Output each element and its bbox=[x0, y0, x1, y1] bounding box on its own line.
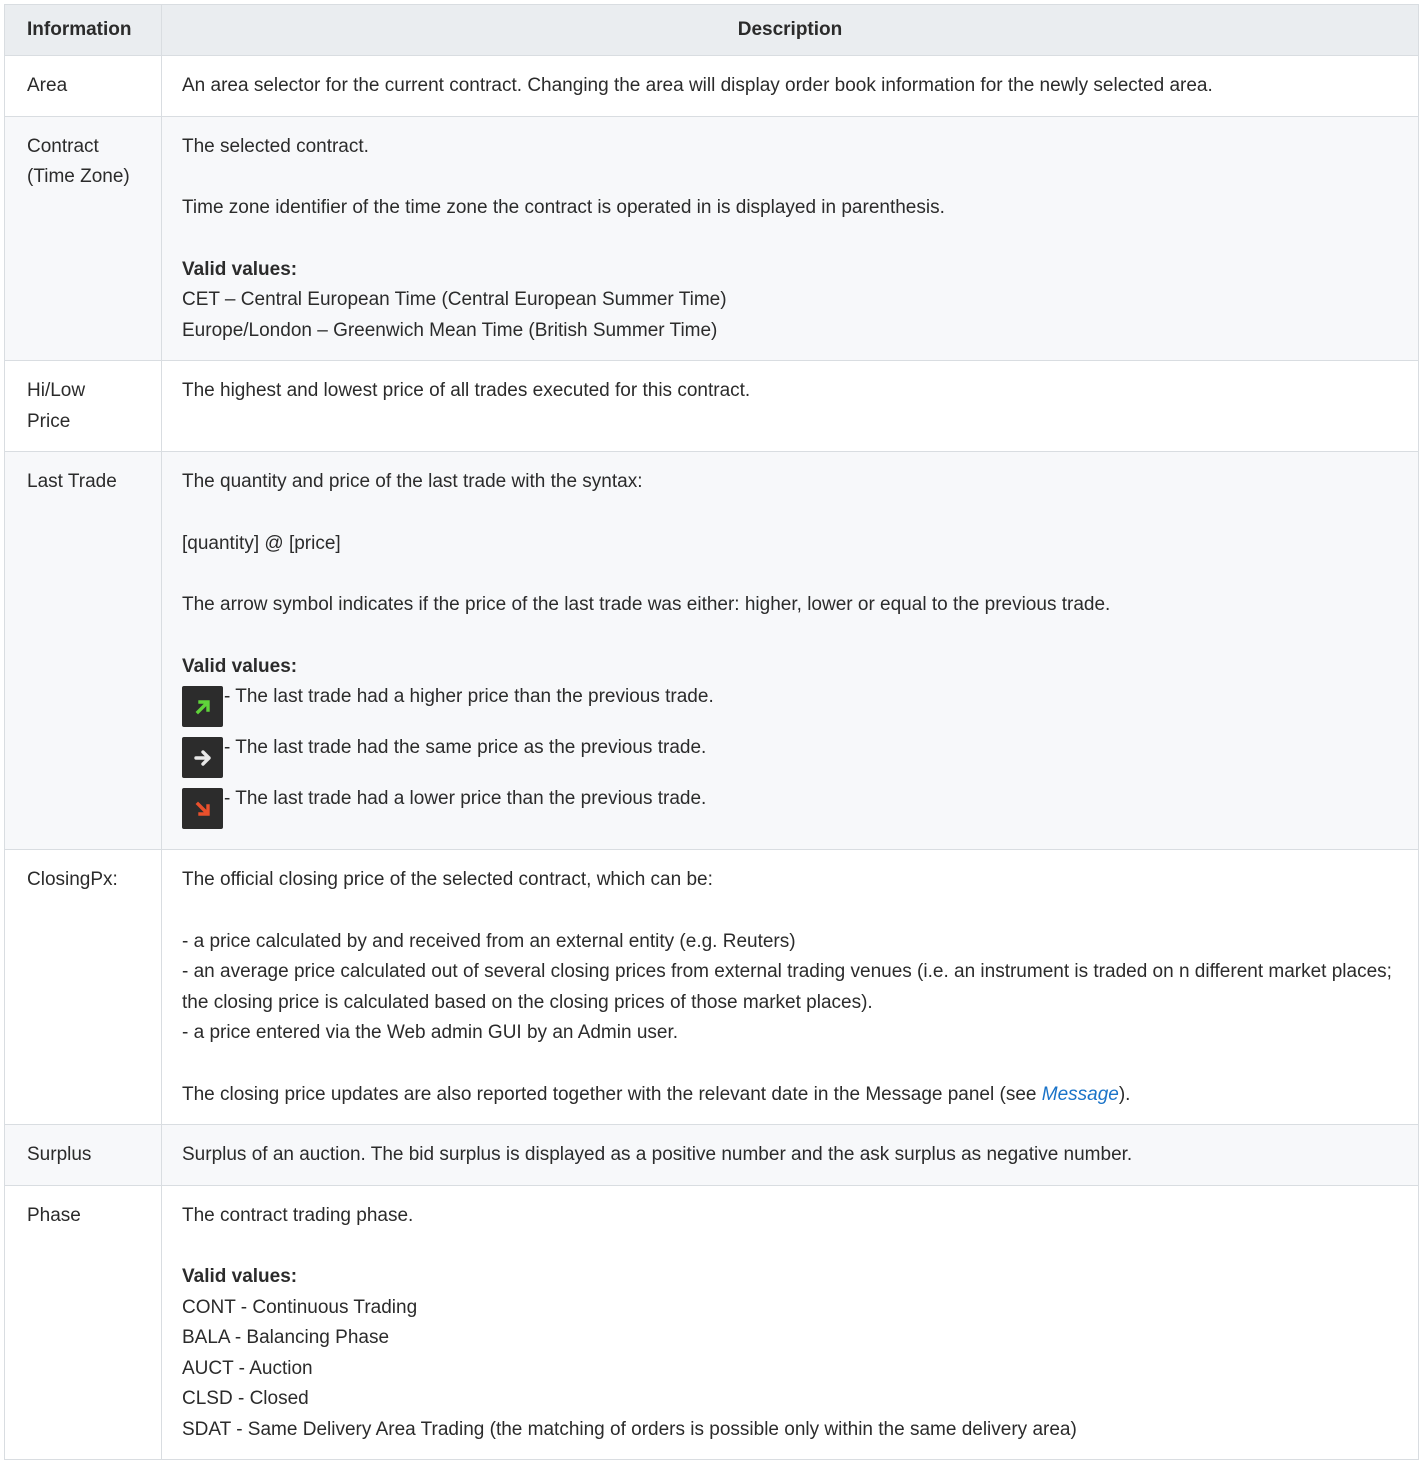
paragraph: The contract trading phase. bbox=[182, 1204, 414, 1226]
arrow-value-same: - The last trade had the same price as t… bbox=[182, 733, 1398, 784]
row-desc-phase: The contract trading phase. Valid values… bbox=[161, 1184, 1419, 1460]
header-description: Description bbox=[161, 4, 1419, 56]
value-line: CLSD - Closed bbox=[182, 1388, 309, 1409]
table-row: Phase The contract trading phase. Valid … bbox=[4, 1184, 1419, 1460]
value-line: CONT - Continuous Trading bbox=[182, 1296, 418, 1318]
paragraph: The selected contract. bbox=[182, 135, 369, 157]
valid-values-heading: Valid values: bbox=[182, 655, 298, 677]
value-line: Europe/London – Greenwich Mean Time (Bri… bbox=[182, 319, 718, 341]
row-label-hilow: Hi/Low Price bbox=[4, 360, 162, 452]
header-row: Information Description bbox=[4, 4, 1419, 56]
closing-note-start: The closing price updates are also repor… bbox=[182, 1083, 1042, 1105]
row-desc-hilow: The highest and lowest price of all trad… bbox=[161, 360, 1419, 452]
row-label-phase: Phase bbox=[4, 1184, 162, 1460]
paragraph: [quantity] @ [price] bbox=[182, 532, 341, 554]
row-desc-lasttrade: The quantity and price of the last trade… bbox=[161, 451, 1419, 850]
row-desc-contract: The selected contract. Time zone identif… bbox=[161, 115, 1419, 361]
valid-values-heading: Valid values: bbox=[182, 1266, 298, 1287]
value-line: BALA - Balancing Phase bbox=[182, 1327, 390, 1348]
label-line: Hi/Low bbox=[27, 380, 86, 401]
table-row: Surplus Surplus of an auction. The bid s… bbox=[4, 1124, 1419, 1186]
arrow-value-up: - The last trade had a higher price than… bbox=[182, 682, 1398, 733]
table-row: Hi/Low Price The highest and lowest pric… bbox=[4, 360, 1419, 452]
paragraph: The closing price updates are also repor… bbox=[182, 1080, 1398, 1111]
info-table: Information Description Area An area sel… bbox=[4, 4, 1419, 1460]
row-label-lasttrade: Last Trade bbox=[4, 451, 162, 850]
list-line: - a price calculated by and received fro… bbox=[182, 930, 796, 952]
row-desc-closing: The official closing price of the select… bbox=[161, 849, 1419, 1125]
header-information: Information bbox=[4, 4, 162, 56]
closing-note-end: ). bbox=[1118, 1083, 1131, 1105]
arrow-right-white-icon bbox=[182, 737, 223, 778]
paragraph: The official closing price of the select… bbox=[182, 869, 713, 890]
value-line: SDAT - Same Delivery Area Trading (the m… bbox=[182, 1418, 1077, 1440]
table-row: ClosingPx: The official closing price of… bbox=[4, 849, 1419, 1125]
valid-values-heading: Valid values: bbox=[182, 258, 298, 280]
label-line: Contract bbox=[27, 135, 99, 157]
label-line: (Time Zone) bbox=[27, 166, 130, 187]
value-line: CET – Central European Time (Central Eur… bbox=[182, 289, 727, 310]
list-line: - a price entered via the Web admin GUI … bbox=[182, 1022, 679, 1043]
arrow-down-text: - The last trade had a lower price than … bbox=[224, 788, 707, 809]
arrow-up-text: - The last trade had a higher price than… bbox=[224, 686, 714, 707]
table-row: Last Trade The quantity and price of the… bbox=[4, 451, 1419, 850]
paragraph: The quantity and price of the last trade… bbox=[182, 471, 643, 492]
paragraph: Time zone identifier of the time zone th… bbox=[182, 197, 945, 218]
message-link[interactable]: Message bbox=[1042, 1084, 1119, 1105]
arrow-value-down: - The last trade had a lower price than … bbox=[182, 784, 1398, 835]
list-line: - an average price calculated out of sev… bbox=[182, 961, 1392, 1013]
row-label-contract: Contract (Time Zone) bbox=[4, 115, 162, 361]
label-line: Price bbox=[27, 410, 71, 432]
row-desc-area: An area selector for the current contrac… bbox=[161, 55, 1419, 117]
arrow-up-right-green-icon bbox=[182, 686, 223, 727]
paragraph: The arrow symbol indicates if the price … bbox=[182, 594, 1111, 615]
table-row: Area An area selector for the current co… bbox=[4, 55, 1419, 117]
row-label-closing: ClosingPx: bbox=[4, 849, 162, 1125]
value-line: AUCT - Auction bbox=[182, 1357, 313, 1379]
row-desc-surplus: Surplus of an auction. The bid surplus i… bbox=[161, 1124, 1419, 1186]
row-label-surplus: Surplus bbox=[4, 1124, 162, 1186]
arrow-same-text: - The last trade had the same price as t… bbox=[224, 737, 707, 758]
row-label-area: Area bbox=[4, 55, 162, 117]
arrow-down-right-red-icon bbox=[182, 788, 223, 829]
table-row: Contract (Time Zone) The selected contra… bbox=[4, 115, 1419, 361]
